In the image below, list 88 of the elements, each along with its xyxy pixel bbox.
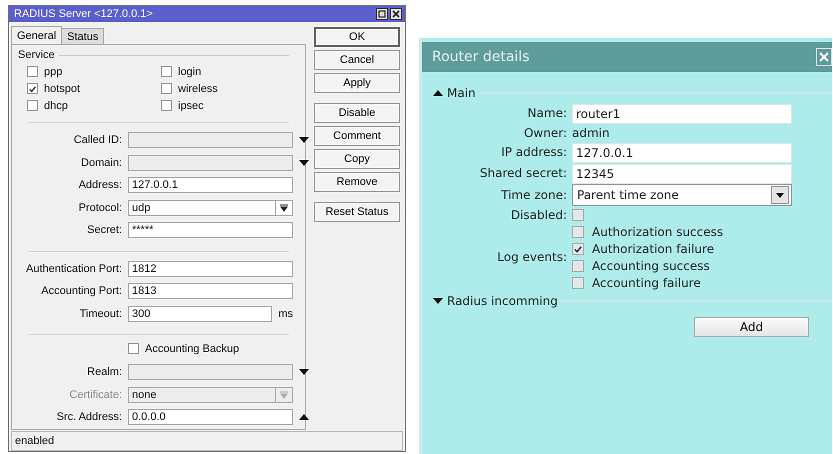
checkbox-label: Accounting Backup [145,342,240,354]
select-field[interactable]: Parent time zone [572,184,792,206]
close-icon [392,10,400,18]
checkbox-label: Accounting success [592,258,710,272]
action-button[interactable]: Comment [314,126,400,146]
field-label: Name: [526,105,567,122]
section-header[interactable]: Main [447,86,476,100]
field-label: Secret: [86,224,122,236]
field-label: Src. Address: [56,411,122,424]
field-label: Protocol: [78,202,122,214]
dropdown-icon [776,192,784,198]
combo-field[interactable] [128,154,293,171]
combo-field[interactable] [128,132,293,148]
checkbox-label: ipsec [178,100,204,112]
down-arrow-icon [299,160,309,166]
input-field[interactable]: router1 [572,104,792,124]
select-field[interactable]: udp [128,200,293,216]
checkbox[interactable] [161,66,172,77]
field-label: Disabled: [510,208,567,222]
field-label: Certificate: [68,388,122,401]
checkbox[interactable] [572,208,584,220]
check-icon [28,84,37,94]
input-field[interactable]: 1813 [128,283,293,300]
maximize-button[interactable] [376,8,388,20]
checkbox-label: login [178,66,202,78]
input-field[interactable]: 1812 [128,260,293,277]
checkbox-label: Authorization success [592,224,724,238]
input-field[interactable]: 300 [128,306,272,322]
input-field[interactable]: 127.0.0.1 [128,177,293,194]
field-label: Domain: [80,156,122,169]
checkbox-label: Accounting failure [592,276,701,290]
checkbox-label: dhcp [44,100,68,112]
tab[interactable]: Status [61,28,104,44]
field-label: IP address: [500,144,567,161]
check-icon [573,244,583,254]
close-button[interactable] [390,8,402,20]
window-title: RADIUS Server <127.0.0.1> [14,8,153,20]
checkbox[interactable] [572,276,584,288]
action-button[interactable]: Reset Status [314,202,400,222]
add-button[interactable]: Add [694,317,809,337]
status-bar: enabled [11,431,403,451]
field-label: Authentication Port: [24,262,122,275]
down-arrow-icon [299,369,309,376]
action-button[interactable]: Remove [314,172,400,192]
field-value: admin [572,125,611,142]
checkbox-label: Authorization failure [592,242,714,256]
dropdown-icon [280,204,288,212]
field-label: Time zone: [500,188,567,202]
group-label: Service [18,49,55,61]
input-field[interactable]: 0.0.0.0 [128,409,293,426]
checkbox[interactable] [27,66,38,77]
checkbox[interactable] [161,83,172,94]
field-label: Log events: [496,250,567,264]
up-arrow-icon [299,414,309,420]
checkbox-label: ppp [44,66,62,78]
field-label: Address: [78,179,122,192]
down-arrow-icon [299,137,309,144]
checkbox[interactable] [27,83,38,94]
field-label: Accounting Port: [40,285,122,298]
unit-label: ms [278,308,293,320]
field-label: Realm: [86,366,122,378]
action-button[interactable]: Cancel [314,50,400,70]
checkbox-label: hotspot [44,82,80,94]
input-field[interactable]: 12345 [572,164,792,184]
checkbox[interactable] [572,260,584,272]
dropdown-icon [280,390,288,399]
action-button[interactable]: Apply [314,73,400,93]
action-button[interactable]: Copy [314,149,400,169]
maximize-icon [378,10,386,18]
checkbox-label: wireless [178,82,218,94]
checkbox[interactable] [572,242,584,254]
section-header[interactable]: Radius incomming [447,294,558,308]
checkbox[interactable] [161,100,172,111]
action-button[interactable]: OK [314,27,400,47]
field-label: Timeout: [78,308,122,320]
combo-field[interactable] [128,364,293,380]
close-icon [819,52,829,62]
dialog-title: Router details [432,49,530,65]
input-field[interactable]: 127.0.0.1 [572,142,792,162]
field-label: Called ID: [72,134,122,146]
checkbox[interactable] [27,100,38,111]
action-button[interactable]: Disable [314,103,400,123]
checkbox[interactable] [128,343,139,354]
checkbox[interactable] [572,226,584,238]
field-label: Shared secret: [478,165,567,182]
input-field[interactable]: ***** [128,222,293,238]
field-label: Owner: [522,126,567,140]
tab[interactable]: General [11,26,62,44]
